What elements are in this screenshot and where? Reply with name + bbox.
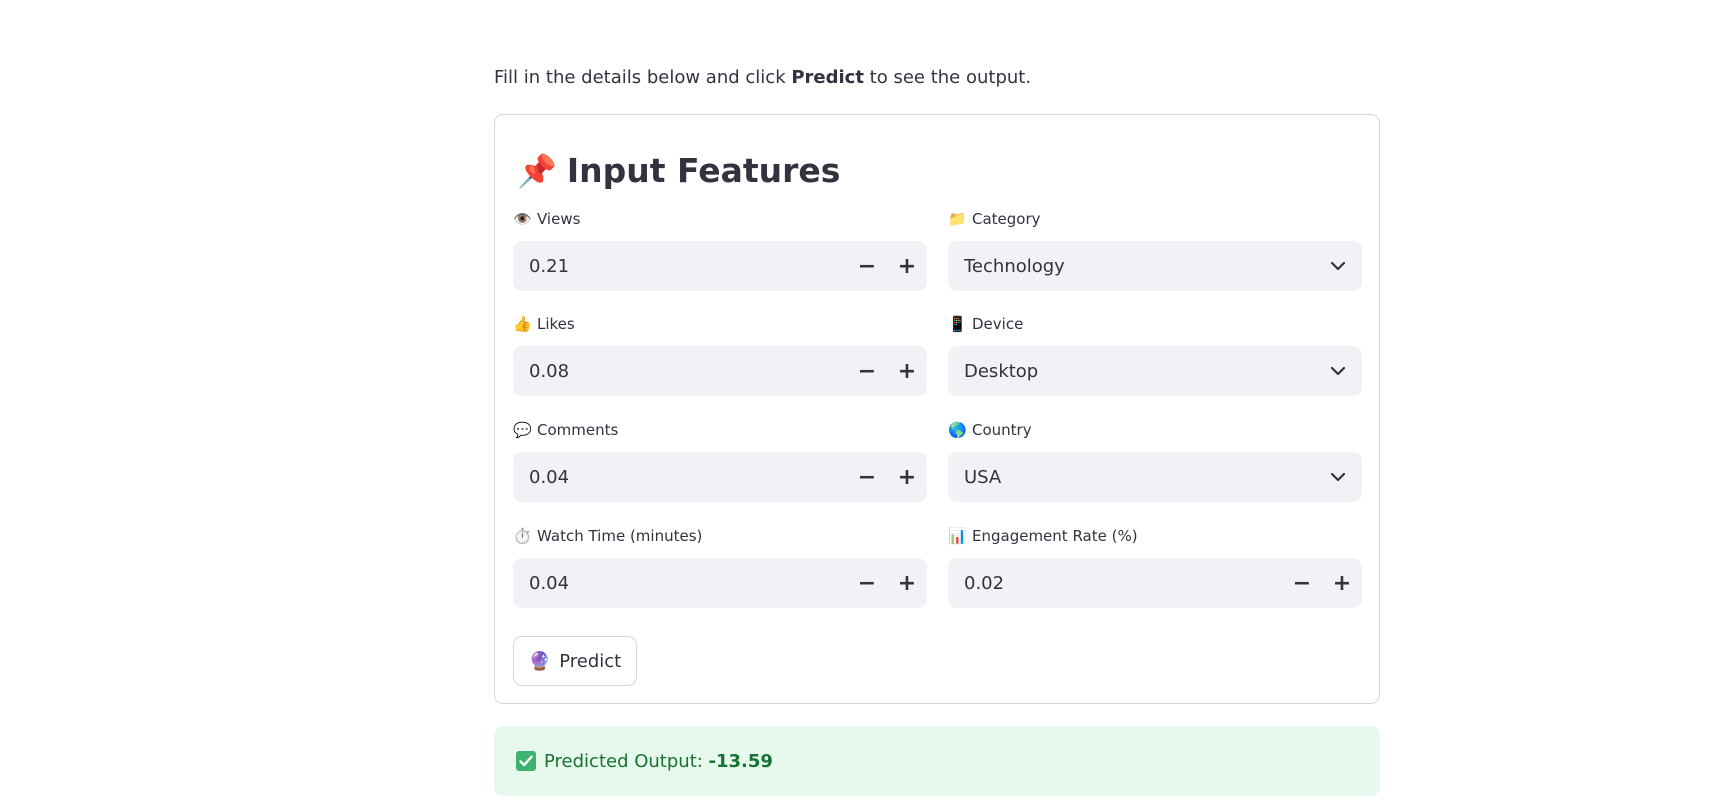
result-value: -13.59 — [708, 750, 773, 772]
watch-time-increment-button[interactable]: + — [887, 558, 927, 608]
input-features-form: 📌Input Features 👁️ Views − + 👍 Likes − + — [494, 114, 1380, 704]
chevron-down-icon[interactable] — [1314, 472, 1362, 482]
views-field: 👁️ Views − + — [513, 208, 927, 292]
watch-time-input[interactable] — [513, 557, 847, 609]
intro-bold: Predict — [791, 67, 864, 88]
watch-time-decrement-button[interactable]: − — [847, 558, 887, 608]
predict-button-label: Predict — [559, 650, 622, 672]
likes-field: 👍 Likes − + — [513, 313, 927, 397]
category-label: Category — [972, 210, 1041, 228]
intro-text: Fill in the details below and click Pred… — [494, 64, 1031, 92]
crystal-ball-icon: 🔮 — [528, 650, 552, 672]
folder-icon: 📁 — [948, 210, 967, 228]
comments-field: 💬 Comments − + — [513, 419, 927, 503]
intro-after: to see the output. — [863, 67, 1032, 88]
engagement-rate-input[interactable] — [948, 557, 1282, 609]
engagement-rate-number-input: − + — [948, 557, 1362, 609]
category-select[interactable]: Technology — [948, 241, 1362, 291]
engagement-rate-increment-button[interactable]: + — [1322, 558, 1362, 608]
category-selected-value: Technology — [964, 255, 1065, 277]
country-label: Country — [972, 421, 1032, 439]
pushpin-icon: 📌 — [517, 152, 557, 190]
thumbs-up-icon: 👍 — [513, 315, 532, 333]
country-select[interactable]: USA — [948, 452, 1362, 502]
check-mark-icon — [516, 751, 536, 771]
views-input[interactable] — [513, 240, 847, 292]
device-field: 📱 Device Desktop — [948, 313, 1362, 396]
chevron-down-icon[interactable] — [1314, 261, 1362, 271]
form-title-text: Input Features — [566, 151, 841, 190]
prediction-result-alert: Predicted Output: -13.59 — [494, 726, 1380, 796]
likes-number-input: − + — [513, 345, 927, 397]
bar-chart-icon: 📊 — [948, 527, 967, 545]
engagement-rate-field: 📊 Engagement Rate (%) − + — [948, 525, 1362, 609]
globe-icon: 🌎 — [948, 421, 967, 439]
views-number-input: − + — [513, 240, 927, 292]
mobile-phone-icon: 📱 — [948, 315, 967, 333]
chevron-down-icon[interactable] — [1314, 366, 1362, 376]
device-label: Device — [972, 315, 1024, 333]
result-label: Predicted Output: — [544, 750, 709, 772]
views-decrement-button[interactable]: − — [847, 241, 887, 291]
comments-label: Comments — [537, 421, 619, 439]
intro-before: Fill in the details below and click — [494, 67, 792, 88]
country-field: 🌎 Country USA — [948, 419, 1362, 502]
device-select[interactable]: Desktop — [948, 346, 1362, 396]
likes-increment-button[interactable]: + — [887, 346, 927, 396]
speech-bubble-icon: 💬 — [513, 421, 532, 439]
watch-time-field: ⏱️ Watch Time (minutes) − + — [513, 525, 927, 609]
comments-input[interactable] — [513, 451, 847, 503]
comments-increment-button[interactable]: + — [887, 452, 927, 502]
form-title: 📌 Input Features — [517, 149, 840, 193]
stopwatch-icon: ⏱️ — [513, 527, 532, 545]
country-selected-value: USA — [964, 466, 1002, 488]
views-label: Views — [537, 210, 581, 228]
likes-input[interactable] — [513, 345, 847, 397]
views-increment-button[interactable]: + — [887, 241, 927, 291]
comments-decrement-button[interactable]: − — [847, 452, 887, 502]
category-field: 📁 Category Technology — [948, 208, 1362, 291]
eye-icon: 👁️ — [513, 210, 532, 228]
predict-button[interactable]: 🔮 Predict — [513, 636, 637, 686]
engagement-rate-decrement-button[interactable]: − — [1282, 558, 1322, 608]
watch-time-number-input: − + — [513, 557, 927, 609]
likes-decrement-button[interactable]: − — [847, 346, 887, 396]
engagement-rate-label: Engagement Rate (%) — [972, 527, 1138, 545]
device-selected-value: Desktop — [964, 360, 1039, 382]
watch-time-label: Watch Time (minutes) — [537, 527, 703, 545]
likes-label: Likes — [537, 315, 575, 333]
comments-number-input: − + — [513, 451, 927, 503]
